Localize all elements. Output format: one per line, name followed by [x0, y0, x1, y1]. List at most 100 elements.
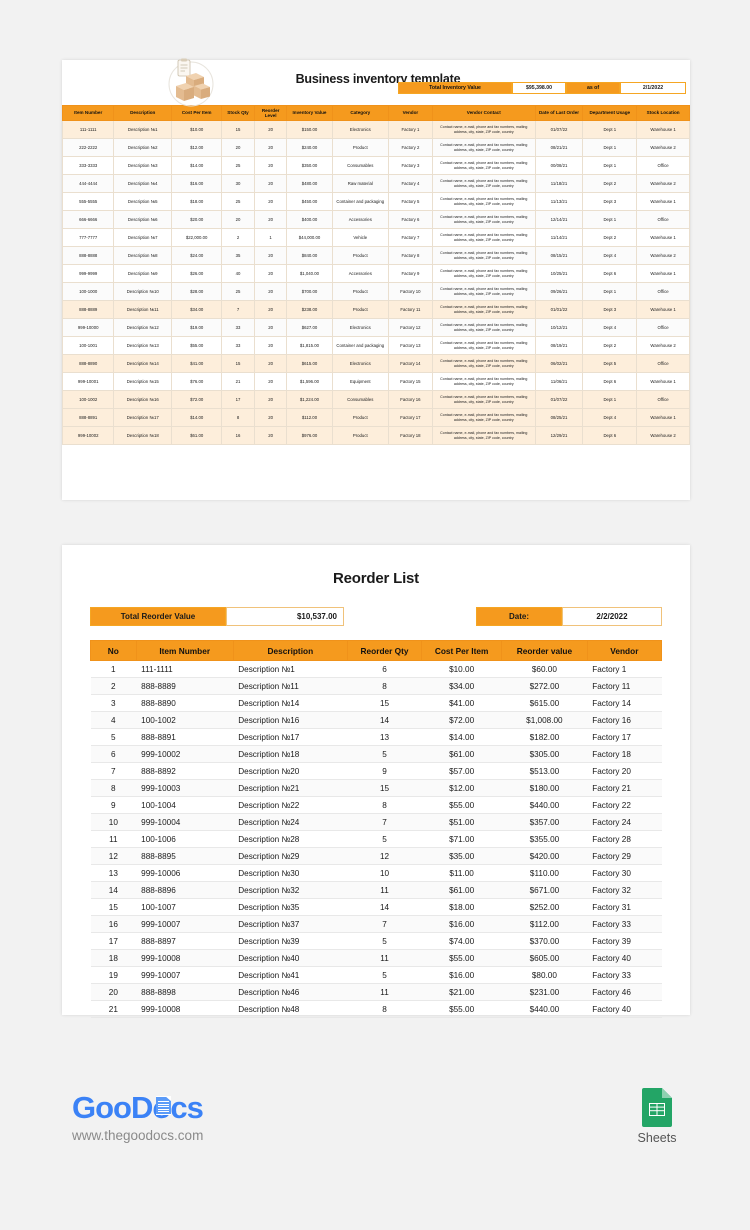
cell-stock-qty[interactable]: 8 — [221, 408, 255, 427]
cell-description[interactable]: Description №17 — [233, 728, 348, 746]
cell-category[interactable]: Product — [331, 426, 389, 445]
table-row[interactable]: 4 100-1002 Description №16 14 $72.00 $1,008.0… — [90, 711, 662, 729]
cell-reorder-value[interactable]: $180.00 — [501, 779, 588, 797]
cell-item-number[interactable]: 111-1111 — [61, 120, 115, 139]
cell-cost-per-item[interactable]: $76.00 — [171, 372, 223, 391]
cell-stock-qty[interactable]: 15 — [221, 354, 255, 373]
cell-category[interactable]: Consumables — [331, 156, 389, 175]
cell-cost-per-item[interactable]: $26.00 — [171, 264, 223, 283]
cell-stock-location[interactable]: Warehouse 1 — [636, 372, 690, 391]
cell-description[interactable]: Description №37 — [233, 915, 348, 933]
cell-description[interactable]: Description №13 — [113, 336, 173, 355]
cell-department-usage[interactable]: Dept 6 — [582, 426, 638, 445]
cell-cost-per-item[interactable]: $16.00 — [421, 966, 502, 984]
cell-department-usage[interactable]: Dept 3 — [582, 300, 638, 319]
cell-stock-qty[interactable]: 16 — [221, 426, 255, 445]
cell-stock-qty[interactable]: 40 — [221, 264, 255, 283]
cell-reorder-qty[interactable]: 13 — [347, 728, 422, 746]
cell-category[interactable]: Container and packaging — [331, 192, 389, 211]
cell-description[interactable]: Description №46 — [233, 983, 348, 1001]
cell-cost-per-item[interactable]: $34.00 — [421, 677, 502, 695]
cell-description[interactable]: Description №18 — [113, 426, 173, 445]
cell-stock-location[interactable]: Warehouse 2 — [636, 174, 690, 193]
cell-item-number[interactable]: 999-10003 — [136, 779, 234, 797]
cell-item-number[interactable]: 999-10002 — [61, 426, 115, 445]
cell-item-number[interactable]: 999-10006 — [136, 864, 234, 882]
cell-date-of-last-order[interactable]: 01/01/22 — [534, 300, 584, 319]
cell-cost-per-item[interactable]: $14.00 — [421, 728, 502, 746]
cell-vendor[interactable]: Factory 39 — [587, 932, 662, 950]
cell-item-number[interactable]: 100-1006 — [136, 830, 234, 848]
cell-vendor[interactable]: Factory 5 — [387, 192, 433, 211]
cell-row-number[interactable]: 17 — [90, 932, 137, 950]
table-row[interactable]: 21 999-10008 Description №48 8 $55.00 $440.00… — [90, 1000, 662, 1018]
cell-vendor-contact[interactable]: Contact name, e-mail, phone and fax numb… — [431, 138, 536, 157]
cell-description[interactable]: Description №32 — [233, 881, 348, 899]
cell-stock-location[interactable]: Warehouse 1 — [636, 120, 690, 139]
cell-department-usage[interactable]: Dept 4 — [582, 318, 638, 337]
cell-reorder-value[interactable]: $110.00 — [501, 864, 588, 882]
cell-vendor-contact[interactable]: Contact name, e-mail, phone and fax numb… — [431, 246, 536, 265]
cell-vendor[interactable]: Factory 17 — [587, 728, 662, 746]
cell-reorder-qty[interactable]: 8 — [347, 1000, 422, 1018]
cell-date-of-last-order[interactable]: 11/13/21 — [534, 192, 584, 211]
cell-description[interactable]: Description №2 — [113, 138, 173, 157]
cell-stock-qty[interactable]: 15 — [221, 120, 255, 139]
cell-cost-per-item[interactable]: $55.00 — [421, 1000, 502, 1018]
cell-stock-location[interactable]: Warehouse 2 — [636, 336, 690, 355]
table-row[interactable]: 1 111-1111 Description №1 6 $10.00 $60.00 Fact… — [90, 660, 662, 678]
cell-reorder-value[interactable]: $80.00 — [501, 966, 588, 984]
cell-reorder-value[interactable]: $272.00 — [501, 677, 588, 695]
cell-vendor[interactable]: Factory 32 — [587, 881, 662, 899]
cell-description[interactable]: Description №48 — [233, 1000, 348, 1018]
cell-row-number[interactable]: 8 — [90, 779, 137, 797]
table-row[interactable]: 888-8889 Description №11 $34.00 7 20 $238.00 P… — [61, 300, 690, 319]
cell-date-of-last-order[interactable]: 09/26/21 — [534, 282, 584, 301]
cell-reorder-value[interactable]: $182.00 — [501, 728, 588, 746]
cell-department-usage[interactable]: Dept 3 — [582, 192, 638, 211]
cell-reorder-value[interactable]: $370.00 — [501, 932, 588, 950]
cell-reorder-level[interactable]: 20 — [253, 192, 288, 211]
cell-reorder-value[interactable]: $513.00 — [501, 762, 588, 780]
cell-row-number[interactable]: 11 — [90, 830, 137, 848]
cell-item-number[interactable]: 999-10007 — [136, 966, 234, 984]
table-row[interactable]: 888-8888 Description №8 $24.00 35 20 $840.00 P… — [61, 246, 690, 265]
cell-vendor-contact[interactable]: Contact name, e-mail, phone and fax numb… — [431, 336, 536, 355]
cell-vendor[interactable]: Factory 16 — [587, 711, 662, 729]
cell-row-number[interactable]: 2 — [90, 677, 137, 695]
cell-reorder-qty[interactable]: 11 — [347, 881, 422, 899]
cell-item-number[interactable]: 100-1001 — [61, 336, 115, 355]
cell-description[interactable]: Description №8 — [113, 246, 173, 265]
cell-description[interactable]: Description №12 — [113, 318, 173, 337]
cell-vendor[interactable]: Factory 3 — [387, 156, 433, 175]
cell-cost-per-item[interactable]: $21.00 — [421, 983, 502, 1001]
cell-department-usage[interactable]: Dept 1 — [582, 210, 638, 229]
cell-cost-per-item[interactable]: $28.00 — [171, 282, 223, 301]
table-row[interactable]: 2 888-8889 Description №11 8 $34.00 $272.00 Fa… — [90, 677, 662, 695]
cell-vendor[interactable]: Factory 15 — [387, 372, 433, 391]
cell-stock-qty[interactable]: 21 — [221, 372, 255, 391]
cell-date-of-last-order[interactable]: 10/12/21 — [534, 318, 584, 337]
cell-reorder-value[interactable]: $252.00 — [501, 898, 588, 916]
cell-department-usage[interactable]: Dept 6 — [582, 264, 638, 283]
cell-date-of-last-order[interactable]: 08/15/21 — [534, 246, 584, 265]
cell-row-number[interactable]: 13 — [90, 864, 137, 882]
cell-stock-qty[interactable]: 33 — [221, 336, 255, 355]
cell-stock-location[interactable]: Warehouse 1 — [636, 264, 690, 283]
cell-department-usage[interactable]: Dept 6 — [582, 372, 638, 391]
cell-vendor-contact[interactable]: Contact name, e-mail, phone and fax numb… — [431, 174, 536, 193]
cell-reorder-value[interactable]: $112.00 — [501, 915, 588, 933]
cell-cost-per-item[interactable]: $41.00 — [421, 694, 502, 712]
cell-stock-location[interactable]: Warehouse 1 — [636, 408, 690, 427]
cell-vendor[interactable]: Factory 10 — [387, 282, 433, 301]
cell-vendor[interactable]: Factory 9 — [387, 264, 433, 283]
cell-inventory-value[interactable]: $112.00 — [286, 408, 333, 427]
cell-cost-per-item[interactable]: $55.00 — [171, 336, 223, 355]
cell-reorder-qty[interactable]: 5 — [347, 966, 422, 984]
cell-description[interactable]: Description №30 — [233, 864, 348, 882]
cell-date-of-last-order[interactable]: 11/14/21 — [534, 228, 584, 247]
cell-vendor[interactable]: Factory 1 — [387, 120, 433, 139]
cell-cost-per-item[interactable]: $16.00 — [171, 174, 223, 193]
cell-department-usage[interactable]: Dept 1 — [582, 282, 638, 301]
cell-inventory-value[interactable]: $400.00 — [286, 210, 333, 229]
